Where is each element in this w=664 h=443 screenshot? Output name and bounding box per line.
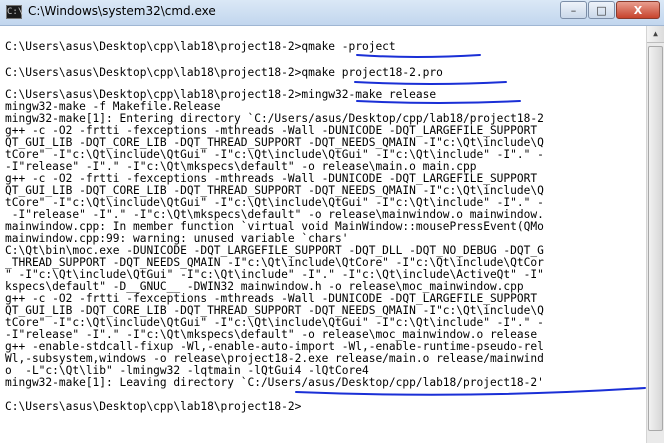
close-button[interactable]: X: [616, 1, 660, 19]
minimize-button[interactable]: –: [560, 1, 587, 19]
vertical-scrollbar[interactable]: ▲: [646, 26, 664, 443]
cmd-app-icon[interactable]: C:\: [6, 5, 23, 19]
console-line: mingw32-make[1]: Leaving directory `C:/U…: [5, 376, 544, 389]
console-line: C:\Users\asus\Desktop\cpp\lab18\project1…: [5, 40, 396, 53]
maximize-button[interactable]: □: [588, 1, 615, 19]
title-bar[interactable]: C:\ C:\Windows\system32\cmd.exe – □ X: [0, 0, 664, 26]
console-line: C:\Users\asus\Desktop\cpp\lab18\project1…: [5, 400, 302, 413]
window-controls: – □ X: [560, 1, 660, 20]
console-line: C:\Users\asus\Desktop\cpp\lab18\project1…: [5, 66, 443, 79]
scroll-up-arrow-icon[interactable]: ▲: [647, 26, 664, 43]
scrollbar-thumb[interactable]: [648, 46, 663, 431]
window-title: C:\Windows\system32\cmd.exe: [28, 4, 216, 18]
console-output[interactable]: C:\Users\asus\Desktop\cpp\lab18\project1…: [0, 26, 646, 443]
